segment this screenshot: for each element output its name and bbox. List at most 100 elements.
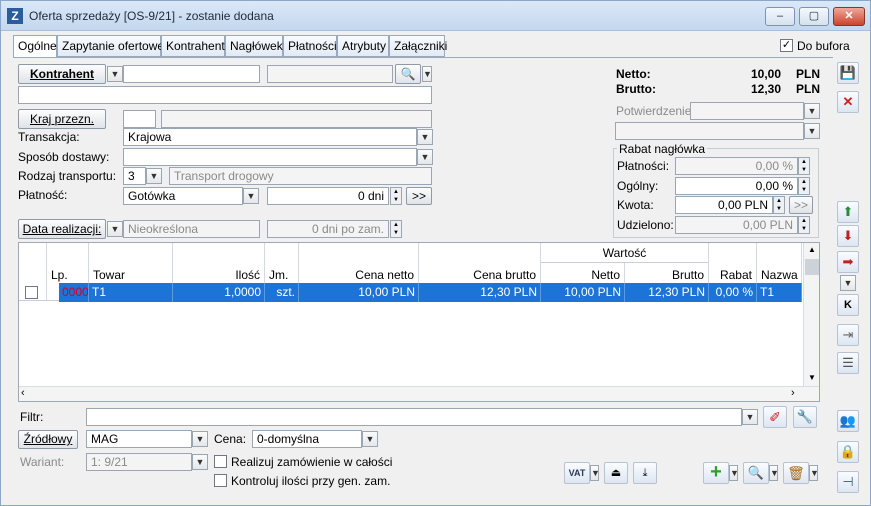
platnosc-select[interactable]: Gotówka xyxy=(123,187,243,205)
rabat-kwota-input[interactable]: 0,00 PLN xyxy=(675,196,773,214)
copy-up-button[interactable]: ⬆ xyxy=(837,201,859,223)
potwierdzenie-extra-select[interactable] xyxy=(615,122,804,140)
data-realizacji-spinner[interactable]: ▲ ▼ xyxy=(390,220,402,238)
pin-icon: ⊣ xyxy=(842,474,854,489)
potwierdzenie-select[interactable] xyxy=(690,102,804,120)
realizuj-checkbox[interactable] xyxy=(214,455,227,468)
vat-dropdown-arrow[interactable]: ▼ xyxy=(590,465,600,481)
rabat-kwota-more-button[interactable]: >> xyxy=(789,196,813,214)
tab-zapytanie-ofertowe[interactable]: Zapytanie ofertowe xyxy=(57,35,164,57)
potwierdzenie-extra-dropdown-arrow[interactable]: ▼ xyxy=(804,123,820,139)
tab-zalaczniki[interactable]: Załączniki xyxy=(389,35,447,57)
platnosc-days-spinner[interactable]: ▲ ▼ xyxy=(390,187,402,205)
platnosc-dropdown-arrow[interactable]: ▼ xyxy=(243,188,259,204)
wariant-dropdown-arrow[interactable]: ▼ xyxy=(192,454,208,470)
wariant-select[interactable]: 1: 9/21 xyxy=(86,453,192,471)
list-button[interactable]: ☰ xyxy=(837,352,859,374)
view-item-button[interactable]: 🔍 xyxy=(743,462,769,484)
tab-kontrahent[interactable]: Kontrahent xyxy=(161,35,225,57)
vertical-scrollbar[interactable]: ▲ ▼ xyxy=(803,243,819,386)
potwierdzenie-dropdown-arrow[interactable]: ▼ xyxy=(804,103,820,119)
horizontal-scrollbar[interactable]: ‹ › xyxy=(19,386,819,401)
zrodlowy-button[interactable]: Źródłowy xyxy=(18,430,78,449)
scroll-right-arrow[interactable]: › xyxy=(791,387,805,401)
generate-dropdown-arrow[interactable]: ▼ xyxy=(840,275,856,291)
search-dropdown-arrow[interactable]: ▼ xyxy=(422,66,432,82)
save-button[interactable]: 💾 xyxy=(837,62,859,84)
sposob-dostawy-select[interactable] xyxy=(123,148,417,166)
platnosc-days-input[interactable]: 0 dni xyxy=(267,187,389,205)
transakcja-select[interactable]: Krajowa xyxy=(123,128,417,146)
kontrahent-dropdown-arrow[interactable]: ▼ xyxy=(107,66,123,82)
kontrahent-button[interactable]: Kontrahent xyxy=(18,64,106,84)
import-button[interactable]: ⤓ xyxy=(633,462,657,484)
tab-naglowek[interactable]: Nagłówek xyxy=(225,35,283,57)
kontroluj-checkbox[interactable] xyxy=(214,474,227,487)
magazyn-select[interactable]: MAG xyxy=(86,430,192,448)
rabat-kwota-spinner[interactable]: ▲ ▼ xyxy=(773,196,785,214)
kraj-przezn-button[interactable]: Kraj przezn. xyxy=(18,109,106,129)
filtr-dropdown-arrow[interactable]: ▼ xyxy=(742,409,758,425)
main-window: Z Oferta sprzedaży [OS-9/21] - zostanie … xyxy=(0,0,871,506)
scroll-up-arrow[interactable]: ▲ xyxy=(805,243,819,257)
data-realizacji-input[interactable]: Nieokreślona xyxy=(123,220,260,238)
merge-button[interactable]: ⇥ xyxy=(837,324,859,346)
arrow-down-icon: ⬇ xyxy=(842,228,854,243)
tab-atrybuty[interactable]: Atrybuty xyxy=(337,35,389,57)
platnosc-more-button[interactable]: >> xyxy=(406,187,432,205)
export-button[interactable]: ⏏ xyxy=(604,462,628,484)
users-button[interactable]: 👥 xyxy=(837,410,859,432)
pin-button[interactable]: ⊣ xyxy=(837,471,859,493)
data-realizacji-button[interactable]: Data realizacji: xyxy=(18,219,106,239)
kontrahent-code-input[interactable] xyxy=(123,65,260,83)
k-document-button[interactable]: K xyxy=(837,294,859,316)
kontrahent-address-input[interactable] xyxy=(18,86,432,104)
transakcja-dropdown-arrow[interactable]: ▼ xyxy=(417,129,433,145)
kraj-name-input[interactable] xyxy=(161,110,432,128)
add-dropdown-arrow[interactable]: ▼ xyxy=(729,465,739,481)
scroll-down-arrow[interactable]: ▼ xyxy=(805,371,819,385)
rabat-naglowka-title: Rabat nagłówka xyxy=(617,142,708,156)
filtr-input[interactable] xyxy=(86,408,742,426)
cena-select[interactable]: 0-domyślna xyxy=(252,430,362,448)
do-bufora-checkbox[interactable]: ✓ xyxy=(780,39,793,52)
col-wartosc-group: Wartość xyxy=(541,243,709,263)
magazyn-dropdown-arrow[interactable]: ▼ xyxy=(192,431,208,447)
rabat-platnosci-spinner[interactable]: ▲ ▼ xyxy=(798,157,810,175)
data-realizacji-dropdown-arrow[interactable]: ▼ xyxy=(107,221,123,237)
data-realizacji-days-input[interactable]: 0 dni po zam. xyxy=(267,220,389,238)
rodzaj-transportu-code[interactable]: 3 xyxy=(123,167,146,185)
rabat-ogolny-spinner[interactable]: ▲ ▼ xyxy=(798,177,810,195)
scroll-left-arrow[interactable]: ‹ xyxy=(21,387,35,401)
add-item-button[interactable]: + xyxy=(703,462,729,484)
tab-ogolne[interactable]: Ogólne xyxy=(13,35,57,58)
rabat-ogolny-input[interactable]: 0,00 % xyxy=(675,177,798,195)
vat-button[interactable]: VAT xyxy=(564,462,590,484)
lock-button[interactable]: 🔒 xyxy=(837,441,859,463)
tab-platnosci[interactable]: Płatności xyxy=(283,35,337,57)
delete-item-button[interactable]: 🗑 xyxy=(783,462,809,484)
scroll-thumb[interactable] xyxy=(805,259,819,275)
row-rabat: 0,00 % xyxy=(709,283,757,302)
kontrahent-name-input[interactable] xyxy=(267,65,393,83)
maximize-button[interactable]: ▢ xyxy=(799,7,829,26)
cancel-button[interactable]: ✕ xyxy=(837,91,859,113)
sposob-dostawy-dropdown-arrow[interactable]: ▼ xyxy=(417,149,433,165)
copy-down-button[interactable]: ⬇ xyxy=(837,225,859,247)
lock-icon: 🔒 xyxy=(839,444,857,459)
platnosc-label: Płatność: xyxy=(18,188,68,202)
row-checkbox[interactable] xyxy=(25,286,38,299)
close-button[interactable]: ✕ xyxy=(833,7,865,26)
view-dropdown-arrow[interactable]: ▼ xyxy=(769,465,779,481)
rodzaj-transportu-dropdown-arrow[interactable]: ▼ xyxy=(146,168,162,184)
search-button[interactable]: 🔍 xyxy=(395,64,421,84)
cena-dropdown-arrow[interactable]: ▼ xyxy=(362,431,378,447)
brutto-value: 12,30 xyxy=(750,82,781,96)
clear-filter-button[interactable]: ✐ xyxy=(763,406,787,428)
minimize-button[interactable]: – xyxy=(765,7,795,26)
rabat-udzielono-spinner[interactable]: ▲ ▼ xyxy=(798,216,810,234)
delete-dropdown-arrow[interactable]: ▼ xyxy=(809,465,819,481)
kraj-code-input[interactable] xyxy=(123,110,156,128)
generate-document-button[interactable]: ➡ xyxy=(837,251,859,273)
filter-builder-button[interactable]: 🔧 xyxy=(793,406,817,428)
